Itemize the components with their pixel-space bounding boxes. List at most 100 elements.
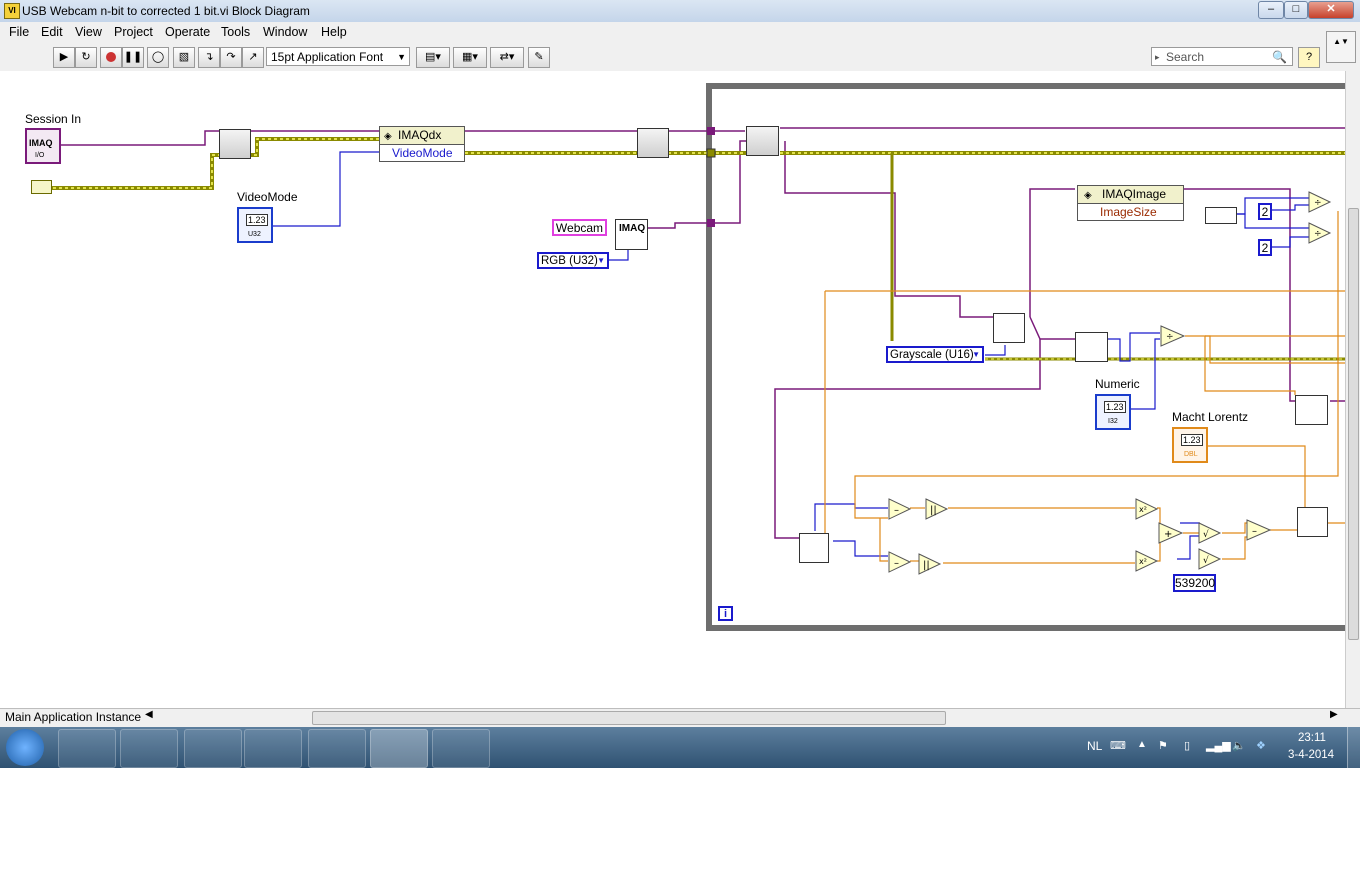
step-out-icon[interactable]: ↗ <box>242 47 264 68</box>
labview-icon[interactable] <box>370 729 428 768</box>
clock-time[interactable]: 23:11 <box>1298 732 1326 744</box>
context-help-button[interactable]: ? <box>1298 47 1320 68</box>
menu-tools[interactable]: Tools <box>221 25 250 39</box>
absolute-value-icon[interactable]: || <box>925 498 949 520</box>
close-button[interactable]: ✕ <box>1308 1 1354 19</box>
steam-icon[interactable] <box>308 729 366 768</box>
imaqdx-property-node[interactable]: ◈ IMAQdx VideoMode <box>379 126 465 162</box>
formula-node-icon[interactable] <box>1297 507 1328 537</box>
grayscale-enum-constant[interactable]: Grayscale (U16) ▼ <box>886 346 984 363</box>
language-indicator[interactable]: NL <box>1087 739 1102 753</box>
square-root-icon[interactable]: √ <box>1198 548 1222 570</box>
image-constant[interactable] <box>31 180 52 194</box>
run-arrow-icon[interactable]: ▶ <box>53 47 75 68</box>
divide-icon[interactable]: ÷ <box>1308 191 1332 213</box>
abort-icon[interactable] <box>100 47 122 68</box>
arrow-left-icon[interactable]: ◀ <box>145 709 153 720</box>
run-continuously-icon[interactable]: ↻ <box>75 47 97 68</box>
divide-icon[interactable]: ÷ <box>1308 222 1332 244</box>
show-desktop-button[interactable] <box>1347 727 1360 768</box>
videomode-terminal[interactable]: 1.23 U32 <box>237 207 273 243</box>
svg-text:||: || <box>930 505 937 516</box>
step-over-icon[interactable]: ↷ <box>220 47 242 68</box>
constant-539200[interactable]: 539200 <box>1173 574 1216 592</box>
media-player-icon[interactable] <box>58 729 116 768</box>
vertical-scrollbar[interactable] <box>1345 71 1360 708</box>
menu-window[interactable]: Window <box>263 25 307 39</box>
menu-edit[interactable]: Edit <box>41 25 63 39</box>
paint-icon[interactable] <box>432 729 490 768</box>
block-diagram-canvas[interactable]: Session In IMAQ I/O VideoMode 1.23 U32 ◈… <box>0 71 1360 708</box>
subtract-icon[interactable]: – <box>888 498 912 520</box>
arrow-right-icon[interactable]: ▶ <box>1330 709 1338 720</box>
menu-project[interactable]: Project <box>114 25 153 39</box>
retain-wire-values-icon[interactable]: ▧ <box>173 47 195 68</box>
svg-text:÷: ÷ <box>1314 229 1322 239</box>
imaqdx-start-acquisition-icon[interactable] <box>637 128 669 158</box>
session-in-terminal[interactable]: IMAQ I/O <box>25 128 61 164</box>
wires-layer <box>35 83 1345 631</box>
step-into-icon[interactable]: ↴ <box>198 47 220 68</box>
search-input[interactable]: ▸ Search 🔍 <box>1151 47 1293 66</box>
chevron-down-icon: ▼ <box>397 52 406 62</box>
unbundle-icon[interactable] <box>1205 207 1237 224</box>
clean-up-diagram-icon[interactable]: ✎ <box>528 47 550 68</box>
square-root-icon[interactable]: √ <box>1198 522 1222 544</box>
menu-operate[interactable]: Operate <box>165 25 210 39</box>
square-icon[interactable]: x² <box>1135 550 1159 572</box>
numeric-terminal[interactable]: 1.23 I32 <box>1095 394 1131 430</box>
subtract-icon[interactable]: – <box>888 551 912 573</box>
keyboard-icon[interactable]: ⌨ <box>1110 739 1126 752</box>
rgb-enum-constant[interactable]: RGB (U32) ▼ <box>537 252 609 269</box>
search-placeholder: Search <box>1166 50 1205 64</box>
subtract-icon[interactable]: – <box>1246 519 1272 541</box>
show-hidden-icons-icon[interactable]: ▲ <box>1137 739 1147 750</box>
volume-icon[interactable]: 🔈 <box>1232 739 1246 752</box>
add-icon[interactable]: + <box>1158 522 1184 544</box>
pause-icon[interactable]: ❚❚ <box>122 47 144 68</box>
svg-text:–: – <box>1252 526 1257 537</box>
menu-view[interactable]: View <box>75 25 102 39</box>
word-icon[interactable] <box>244 729 302 768</box>
macht-lorentz-terminal[interactable]: 1.23 DBL <box>1172 427 1208 463</box>
vi-icon[interactable]: ▲▼ <box>1326 31 1356 63</box>
square-icon[interactable]: x² <box>1135 498 1159 520</box>
chrome-icon[interactable] <box>120 729 178 768</box>
highlight-execution-icon[interactable]: ◯ <box>147 47 169 68</box>
imaqimage-property-node[interactable]: ◈ IMAQImage ImageSize <box>1077 185 1184 221</box>
clock-date[interactable]: 3-4-2014 <box>1288 749 1334 761</box>
imaqdx-configure-grab-icon[interactable] <box>219 129 251 159</box>
imaq-create-icon[interactable]: IMAQ <box>615 219 648 250</box>
dropbox-icon[interactable]: ❖ <box>1256 739 1266 752</box>
maximize-button[interactable]: □ <box>1284 1 1308 19</box>
webcam-string-constant[interactable]: Webcam <box>552 219 607 236</box>
start-button-icon[interactable] <box>6 729 44 766</box>
imaq-cast-image-icon[interactable] <box>993 313 1025 343</box>
absolute-value-icon[interactable]: || <box>918 553 942 575</box>
imaqdx-grab-icon[interactable] <box>746 126 779 156</box>
file-explorer-icon[interactable] <box>184 729 242 768</box>
divide-icon[interactable]: ÷ <box>1160 325 1186 347</box>
horizontal-scroll-thumb[interactable] <box>312 711 946 725</box>
menu-file[interactable]: File <box>9 25 29 39</box>
constant-2-b[interactable]: 2 <box>1258 239 1272 256</box>
loop-iteration-terminal[interactable]: i <box>718 606 733 621</box>
image-to-array-icon[interactable] <box>1075 332 1108 362</box>
network-signal-icon[interactable]: ▂▄▆ <box>1206 739 1231 752</box>
action-center-flag-icon[interactable]: ⚑ <box>1158 739 1168 752</box>
chevron-down-icon: ▼ <box>597 256 605 265</box>
array-to-image-icon[interactable] <box>1295 395 1328 425</box>
image-pixel-value-icon[interactable] <box>799 533 829 563</box>
search-icon[interactable]: 🔍 <box>1272 48 1287 66</box>
videomode-label: VideoMode <box>237 190 298 204</box>
align-objects-icon[interactable]: ▤▾ <box>416 47 450 68</box>
distribute-objects-icon[interactable]: ▦▾ <box>453 47 487 68</box>
vertical-scroll-thumb[interactable] <box>1348 208 1359 640</box>
constant-2-a[interactable]: 2 <box>1258 203 1272 220</box>
imaqdx-node-header: ◈ IMAQdx <box>380 127 464 145</box>
battery-icon[interactable]: ▯ <box>1184 739 1190 752</box>
minimize-button[interactable]: – <box>1258 1 1284 19</box>
menu-help[interactable]: Help <box>321 25 347 39</box>
reorder-icon[interactable]: ⇄▾ <box>490 47 524 68</box>
font-select[interactable]: 15pt Application Font ▼ <box>266 47 410 66</box>
